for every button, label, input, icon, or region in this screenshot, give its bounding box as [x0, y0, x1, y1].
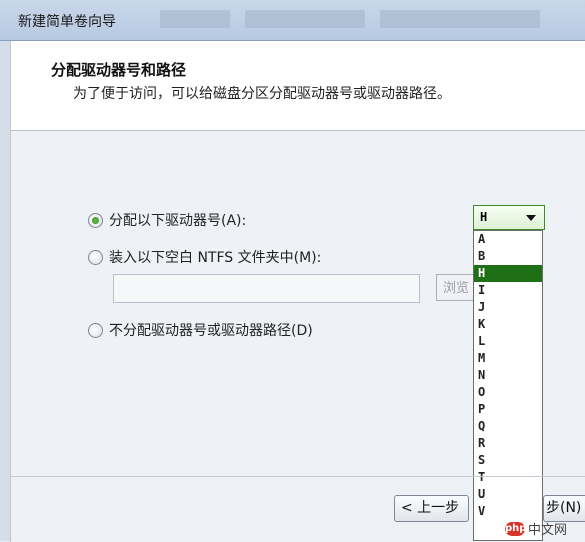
dropdown-option[interactable]: S: [474, 452, 542, 469]
radio-button[interactable]: [88, 249, 103, 265]
footer-divider: [10, 476, 585, 477]
dropdown-option[interactable]: T: [474, 469, 542, 486]
next-button[interactable]: 步(N): [543, 495, 585, 522]
dropdown-option[interactable]: O: [474, 384, 542, 401]
dropdown-option[interactable]: R: [474, 435, 542, 452]
dropdown-option[interactable]: L: [474, 333, 542, 350]
window-titlebar: 新建简单卷向导: [0, 0, 585, 41]
drive-letter-select[interactable]: H: [473, 205, 545, 230]
dropdown-option[interactable]: U: [474, 486, 542, 503]
radio-label: 不分配驱动器号或驱动器路径(D): [109, 323, 313, 339]
wizard-header: 分配驱动器号和路径 为了便于访问，可以给磁盘分区分配驱动器号或驱动器路径。: [10, 41, 585, 130]
blurred-title-area: [160, 10, 230, 28]
radio-assign-drive-letter[interactable]: 分配以下驱动器号(A):: [88, 210, 246, 230]
folder-path-input[interactable]: [113, 274, 420, 303]
drive-letter-dropdown: A B H I J K L M N O P Q R S T U V: [473, 230, 543, 541]
dropdown-option[interactable]: A: [474, 231, 542, 248]
window-title: 新建简单卷向导: [18, 14, 116, 30]
radio-mount-ntfs-folder[interactable]: 装入以下空白 NTFS 文件夹中(M):: [88, 247, 321, 267]
dropdown-option[interactable]: P: [474, 401, 542, 418]
radio-no-drive-letter[interactable]: 不分配驱动器号或驱动器路径(D): [88, 320, 313, 340]
back-button[interactable]: < 上一步: [394, 495, 469, 522]
radio-label: 分配以下驱动器号(A):: [109, 213, 247, 229]
drive-letter-value: H: [480, 210, 488, 224]
dropdown-option[interactable]: M: [474, 350, 542, 367]
dropdown-option[interactable]: J: [474, 299, 542, 316]
chevron-down-icon[interactable]: [526, 215, 536, 221]
dropdown-option[interactable]: K: [474, 316, 542, 333]
dropdown-option[interactable]: B: [474, 248, 542, 265]
browse-button[interactable]: 浏览: [436, 274, 474, 301]
window-left-edge: [0, 40, 10, 541]
dropdown-option[interactable]: Q: [474, 418, 542, 435]
radio-label: 装入以下空白 NTFS 文件夹中(M):: [109, 250, 322, 266]
radio-button[interactable]: [88, 212, 103, 228]
radio-button[interactable]: [88, 322, 103, 338]
blurred-title-area: [380, 10, 540, 28]
dropdown-option-selected[interactable]: H: [474, 265, 542, 282]
php-logo: php: [505, 521, 527, 536]
dropdown-option[interactable]: N: [474, 367, 542, 384]
page-subtitle: 为了便于访问，可以给磁盘分区分配驱动器号或驱动器路径。: [73, 86, 451, 102]
watermark-text: 中文网: [528, 523, 568, 538]
blurred-title-area: [245, 10, 365, 28]
page-title: 分配驱动器号和路径: [51, 61, 187, 79]
dropdown-option[interactable]: V: [474, 503, 542, 520]
dropdown-option[interactable]: I: [474, 282, 542, 299]
site-watermark: php 中文网: [505, 519, 567, 538]
